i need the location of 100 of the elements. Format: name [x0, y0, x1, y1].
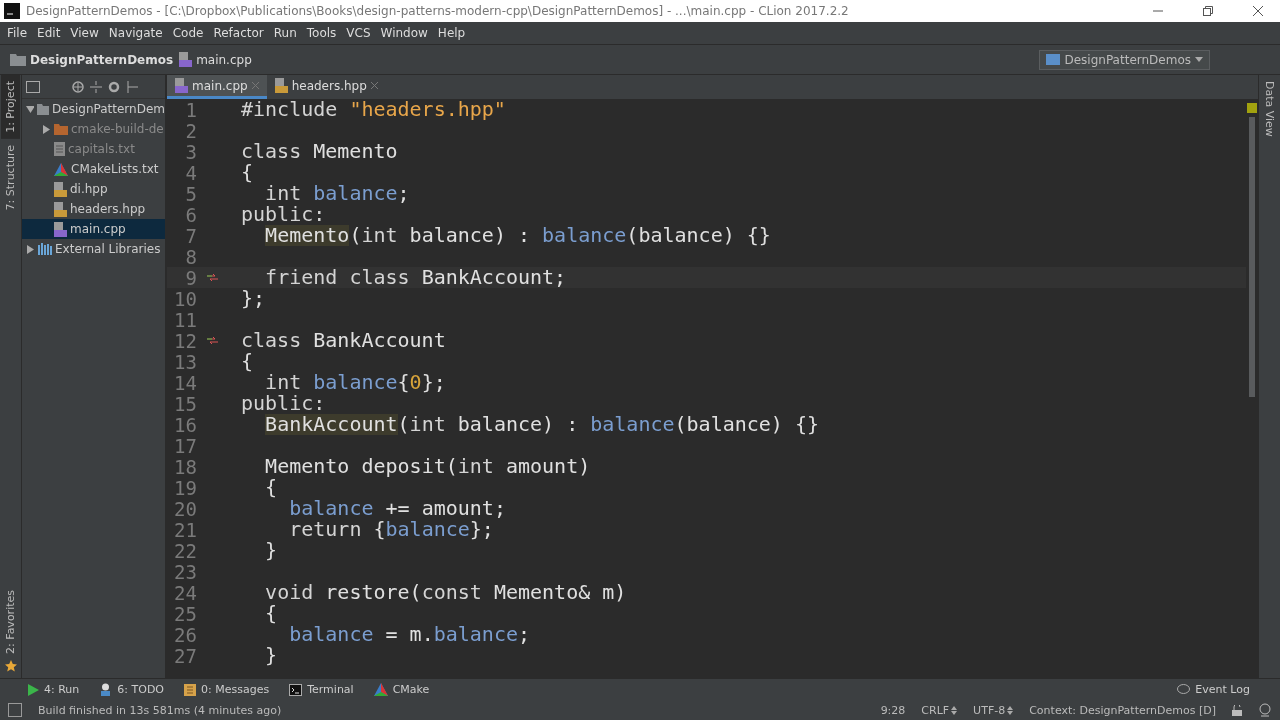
line-number: 14 — [173, 371, 197, 394]
code-keyword: int — [409, 414, 447, 435]
code-keyword: int — [457, 456, 495, 477]
code-keyword: int — [361, 225, 399, 246]
hide-icon[interactable] — [126, 80, 138, 93]
code-text: ( — [397, 414, 410, 435]
line-number: 3 — [184, 140, 197, 163]
line-number: 11 — [173, 308, 197, 331]
code-text: } — [265, 540, 278, 561]
event-log-button[interactable]: Event Log — [1177, 683, 1250, 696]
collapse-icon[interactable] — [90, 80, 102, 93]
menu-item[interactable]: Code — [167, 26, 209, 40]
collapsed-arrow-icon[interactable] — [42, 124, 51, 134]
tree-item[interactable]: DesignPatternDem — [22, 99, 165, 119]
window-icon — [1046, 54, 1061, 65]
analysis-status-icon — [1247, 103, 1257, 113]
person-icon — [99, 683, 113, 696]
menu-item[interactable]: VCS — [341, 26, 376, 40]
line-number: 8 — [184, 245, 197, 268]
code-text: { — [265, 477, 278, 498]
menu-item[interactable]: File — [2, 26, 33, 40]
code-keyword: return — [289, 519, 363, 540]
window-icon[interactable] — [26, 80, 40, 93]
folder-icon — [36, 103, 50, 115]
code-keyword: class — [241, 330, 303, 351]
close-icon — [1253, 6, 1263, 16]
side-tab[interactable]: 7: Structure — [1, 138, 20, 217]
code-string: "headers.hpp" — [349, 99, 506, 120]
line-number: 24 — [173, 581, 197, 604]
code-text: { — [241, 162, 254, 183]
library-icon — [38, 243, 52, 255]
menu-item[interactable]: Refactor — [208, 26, 269, 40]
override-icon[interactable] — [207, 273, 218, 282]
code-text: }; — [241, 288, 266, 309]
side-tab[interactable]: 2: Favorites — [1, 584, 20, 660]
speech-bubble-icon — [1177, 683, 1191, 696]
tree-item[interactable]: main.cpp — [22, 219, 165, 239]
editor-tab[interactable]: main.cpp — [167, 75, 267, 99]
code-text: balance — [385, 519, 470, 540]
editor-tab[interactable]: headers.hpp — [266, 75, 386, 99]
target-icon[interactable] — [72, 80, 84, 93]
code-text: amount) — [505, 456, 591, 477]
code-text: { — [265, 603, 278, 624]
code-text: ; — [518, 624, 531, 645]
updown-icon — [951, 705, 958, 715]
tree-item[interactable]: External Libraries — [22, 239, 165, 259]
settings-icon[interactable] — [108, 80, 120, 93]
tool-window-button[interactable]: 0: Messages — [184, 683, 270, 696]
breadcrumb[interactable]: main.cpp — [179, 52, 252, 67]
tool-window-button[interactable]: Terminal — [289, 683, 354, 696]
side-tab[interactable]: Data View — [1260, 75, 1279, 143]
code-text: BankAccount — [313, 330, 446, 351]
line-number: 2 — [184, 119, 197, 142]
menu-item[interactable]: Tools — [301, 26, 342, 40]
code-text: (balance) {} — [674, 414, 819, 435]
menu-item[interactable]: Edit — [32, 26, 66, 40]
inspector-icon[interactable] — [1258, 703, 1272, 717]
context-selector[interactable]: Context: DesignPatternDemos [D] — [1029, 703, 1216, 717]
collapsed-arrow-icon[interactable] — [26, 244, 35, 254]
cursor-position[interactable]: 9:28 — [880, 703, 906, 717]
run-configuration-dropdown[interactable]: DesignPatternDemos — [1039, 49, 1210, 70]
menu-item[interactable]: Window — [375, 26, 433, 40]
line-separator-selector[interactable]: CRLF — [921, 703, 958, 717]
text-file-icon — [54, 142, 65, 156]
code-keyword: class — [241, 141, 303, 162]
close-icon[interactable] — [370, 82, 378, 89]
line-number: 16 — [173, 413, 197, 436]
code-text: (balance) {} — [626, 225, 771, 246]
updown-icon — [1007, 705, 1014, 715]
header-file-icon — [54, 201, 67, 217]
line-number: 20 — [173, 497, 197, 520]
code-editor[interactable] — [167, 99, 1258, 678]
encoding-selector[interactable]: UTF-8 — [973, 703, 1014, 717]
line-number: 21 — [173, 518, 197, 541]
breadcrumb[interactable]: DesignPatternDemos — [10, 52, 174, 67]
menu-item[interactable]: Run — [268, 26, 302, 40]
code-text: += amount; — [385, 498, 506, 519]
scrollbar-thumb[interactable] — [1249, 117, 1255, 397]
menu-item[interactable]: Navigate — [103, 26, 168, 40]
code-text: { — [241, 351, 254, 372]
lock-icon[interactable] — [1232, 704, 1242, 716]
caret-icon — [1195, 57, 1203, 62]
tree-item[interactable]: CMakeLists.txt — [22, 159, 165, 179]
menu-item[interactable]: Help — [432, 26, 471, 40]
tree-item[interactable]: di.hpp — [22, 179, 165, 199]
folder-icon — [54, 123, 68, 135]
code-text: balance) : — [457, 414, 580, 435]
line-number: 17 — [173, 434, 197, 457]
tree-item[interactable]: headers.hpp — [22, 199, 165, 219]
tool-window-button[interactable]: 6: TODO — [99, 683, 164, 696]
panel-toggle-icon[interactable] — [8, 703, 22, 717]
menu-item[interactable]: View — [65, 26, 104, 40]
override-icon[interactable] — [207, 336, 218, 345]
code-keyword: friend class — [265, 267, 411, 288]
tool-window-button[interactable]: 4: Run — [28, 683, 80, 696]
tool-window-button[interactable]: CMake — [373, 683, 430, 696]
expanded-arrow-icon[interactable] — [26, 104, 34, 114]
side-tab[interactable]: 1: Project — [1, 75, 20, 139]
code-text: 0 — [409, 372, 422, 393]
play-icon — [28, 683, 39, 696]
